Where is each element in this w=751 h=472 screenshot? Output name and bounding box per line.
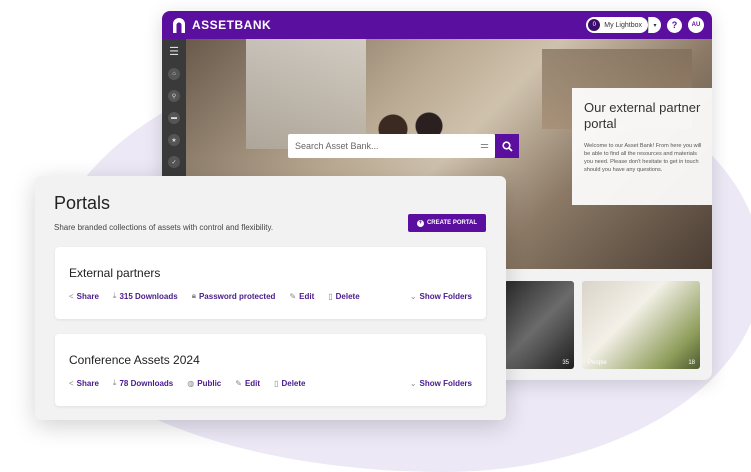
portal-actions: < Share ⤓ 315 Downloads 🔒︎ Password protect… [69,290,472,302]
delete-button[interactable]: ▯ Delete [328,292,359,301]
lightbox-button[interactable]: 0 My Lightbox [586,17,648,33]
edit-button[interactable]: ✎ Edit [235,379,260,388]
search-placeholder: Search Asset Bank... [295,141,379,151]
tile-label: People [588,360,607,366]
chevron-down-icon: ⌄ [409,378,417,388]
access-setting[interactable]: ◍ Public [187,379,221,388]
show-folders-button[interactable]: ⌄ Show Folders [410,379,472,388]
downloads-link[interactable]: ⤓ 78 Downloads [113,378,173,388]
lightbox-count: 0 [588,19,601,31]
page-title: Portals [54,193,111,213]
pencil-icon: ✎ [235,378,242,388]
brand-name[interactable]: ASSETBANK [192,18,271,32]
delete-button[interactable]: ▯ Delete [274,379,305,388]
lock-icon: 🔒︎ [191,291,196,300]
share-button[interactable]: < Share [69,379,99,388]
tile-count: 18 [688,360,695,366]
access-setting[interactable]: 🔒︎ Password protected [192,291,276,301]
downloads-link[interactable]: ⤓ 315 Downloads [113,291,178,301]
create-portal-label: CREATE PORTAL [426,220,478,226]
avatar[interactable]: AU [688,17,704,33]
promo-panel: Our external partner portal Welcome to o… [572,88,712,205]
check-icon[interactable]: ✓ [168,156,180,168]
menu-icon[interactable]: ☰ [169,47,179,58]
filter-icon[interactable]: ⚌ [480,140,489,151]
top-bar: ASSETBANK 0 My Lightbox ▾ ? AU [162,11,712,39]
star-icon[interactable]: ★ [168,134,180,146]
pencil-icon: ✎ [289,291,297,301]
edit-button[interactable]: ✎ Edit [289,292,314,301]
promo-text: Welcome to our Asset Bank! From here you… [584,143,702,173]
search-icon[interactable]: ⚲ [168,90,180,102]
search-button[interactable] [495,134,519,158]
collection-tile[interactable]: People 18 [582,281,700,369]
logo-icon[interactable] [170,16,188,34]
search-icon [501,140,513,152]
portals-card: Portals Share branded collections of ass… [35,176,506,420]
portal-actions: < Share ⤓ 78 Downloads ◍ Public ✎ Edit ▯ Dele… [69,377,472,389]
search-input[interactable]: Search Asset Bank... ⚌ [288,134,495,158]
download-icon: ⤓ [112,291,117,300]
page-subtitle: Share branded collections of assets with… [54,223,274,232]
trash-icon: ▯ [274,378,279,388]
portal-item: Conference Assets 2024 < Share ⤓ 78 Downlo… [55,334,486,406]
tile-count: 35 [562,360,569,366]
portal-item: External partners < Share ⤓ 315 Downloads … [55,247,486,319]
portal-name: Conference Assets 2024 [69,353,200,367]
show-folders-button[interactable]: ⌄ Show Folders [410,292,472,301]
share-button[interactable]: < Share [69,292,99,301]
share-icon: < [69,291,74,301]
trash-icon: ▯ [328,291,333,301]
globe-icon: ◍ [187,378,195,388]
folder-icon[interactable]: ▬ [168,112,180,124]
portal-name: External partners [69,266,161,280]
share-icon: < [69,378,74,388]
create-portal-button[interactable]: + CREATE PORTAL [408,214,486,232]
help-icon[interactable]: ? [667,17,682,33]
download-icon: ⤓ [112,378,117,387]
chevron-down-icon: ⌄ [409,291,417,301]
lightbox-label: My Lightbox [604,21,642,29]
home-icon[interactable]: ⌂ [168,68,180,80]
lightbox-dropdown-icon[interactable]: ▾ [648,17,661,33]
collection-tile[interactable]: 35 [504,281,574,369]
promo-title: Our external partner portal [584,100,701,131]
plus-icon: + [416,219,424,227]
